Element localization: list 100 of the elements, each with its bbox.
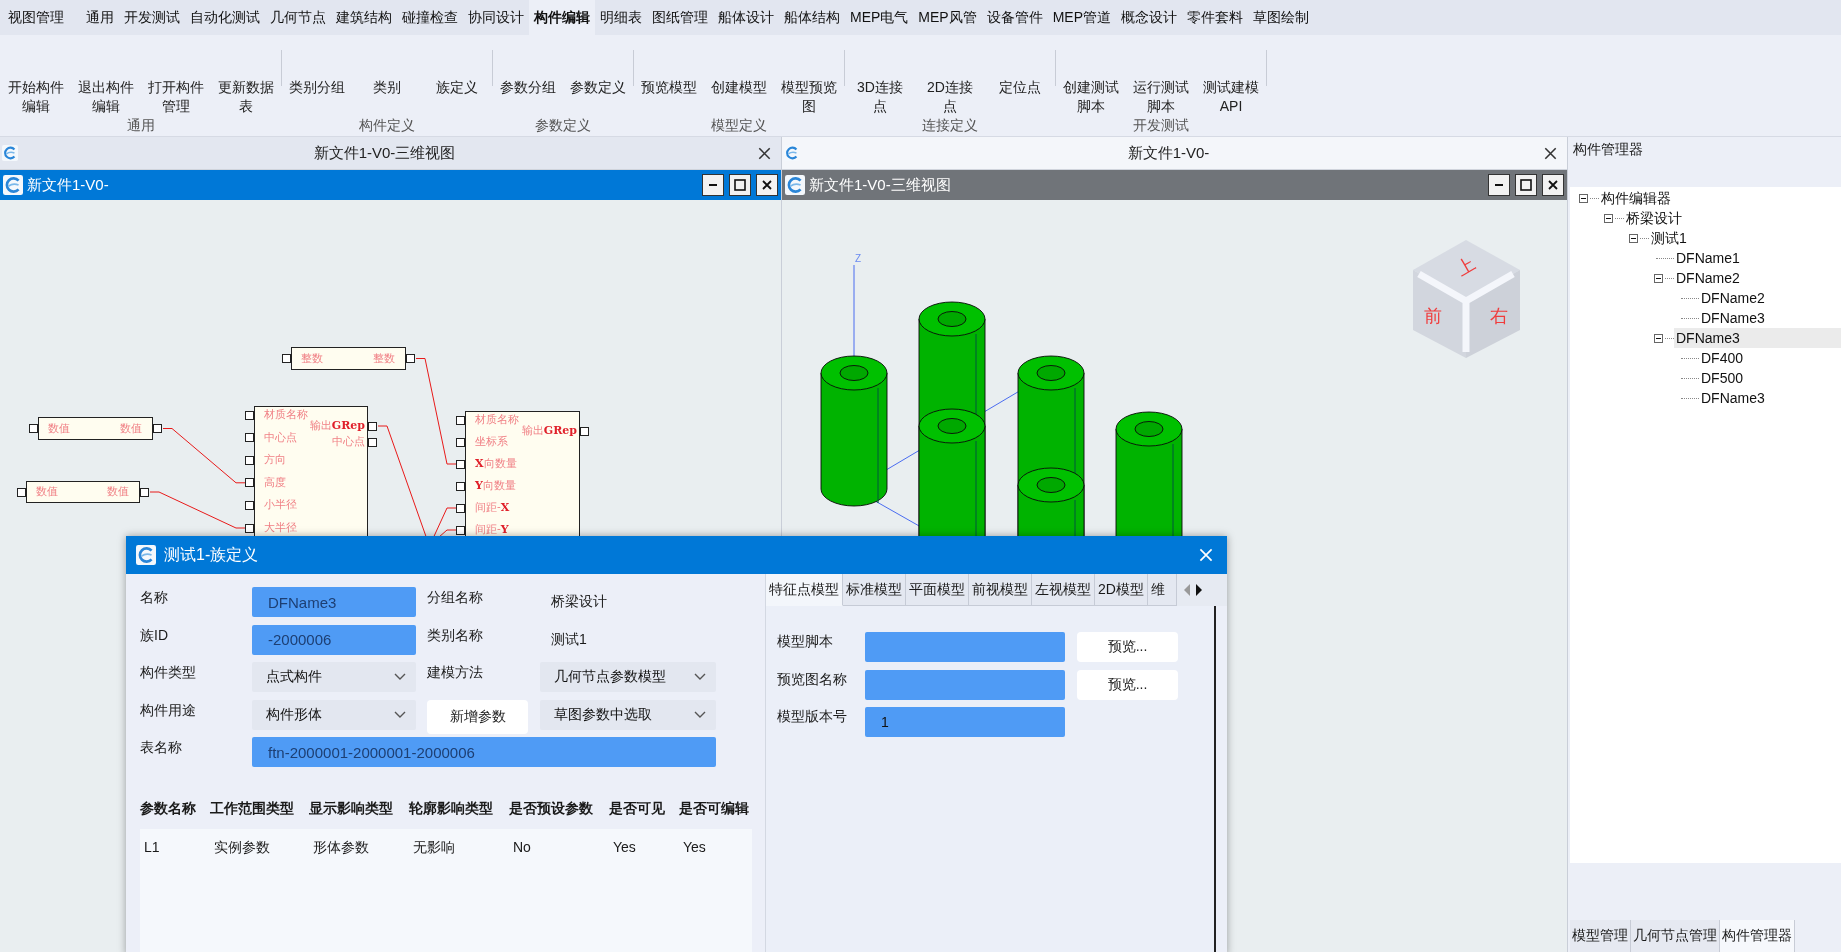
- node-port[interactable]: [245, 523, 254, 533]
- model-tab[interactable]: 标准模型: [843, 574, 906, 606]
- menu-tab[interactable]: MEP风管: [913, 0, 982, 35]
- collapse-icon[interactable]: [1604, 213, 1613, 223]
- menu-tab[interactable]: 船体设计: [713, 0, 779, 35]
- menu-tab[interactable]: 通用: [81, 0, 119, 35]
- maximize-button[interactable]: [1515, 174, 1537, 196]
- ribbon-button[interactable]: 模型预览图: [774, 78, 844, 116]
- menu-tab[interactable]: 设备管件: [981, 0, 1048, 35]
- graph-node[interactable]: [26, 481, 140, 503]
- model-tab[interactable]: 前视模型: [969, 574, 1032, 606]
- text-field[interactable]: [865, 669, 1065, 700]
- tree-item[interactable]: DFName2: [1699, 288, 1767, 308]
- menu-tab[interactable]: 建筑结构: [331, 0, 397, 35]
- node-port[interactable]: [456, 415, 465, 425]
- text-field[interactable]: [865, 632, 1065, 662]
- collapse-icon[interactable]: [1579, 193, 1588, 203]
- model-tab[interactable]: 特征点模型: [766, 574, 843, 606]
- dropdown[interactable]: 构件形体: [252, 699, 416, 730]
- ribbon-button[interactable]: 类别: [352, 78, 422, 116]
- graph-node[interactable]: [291, 347, 406, 370]
- tree-item[interactable]: 桥梁设计: [1624, 208, 1684, 228]
- ribbon-button[interactable]: 退出构件编辑: [71, 78, 141, 116]
- text-field[interactable]: 1: [865, 707, 1065, 737]
- node-port[interactable]: [140, 487, 149, 497]
- node-port[interactable]: [406, 354, 415, 363]
- scroll-right-icon[interactable]: [1194, 583, 1203, 597]
- ribbon-button[interactable]: 2D连接点: [915, 78, 985, 116]
- ribbon-button[interactable]: 参数分组: [493, 78, 563, 116]
- node-port[interactable]: [456, 525, 465, 535]
- tree-item[interactable]: 构件编辑器: [1599, 188, 1673, 208]
- ribbon-button[interactable]: 更新数据表: [211, 78, 281, 116]
- document-tab[interactable]: 新文件1-V0-: [782, 137, 1567, 170]
- ribbon-button[interactable]: 运行测试脚本: [1126, 78, 1196, 116]
- node-port[interactable]: [245, 478, 254, 488]
- model-tab[interactable]: 2D模型: [1095, 574, 1148, 606]
- minimize-button[interactable]: [702, 174, 724, 196]
- minimize-button[interactable]: [1488, 174, 1510, 196]
- node-port[interactable]: [153, 424, 162, 433]
- tree-item[interactable]: DFName3: [1699, 388, 1767, 408]
- menu-tab[interactable]: 碰撞检查: [397, 0, 463, 35]
- dropdown[interactable]: 草图参数中选取: [540, 699, 716, 730]
- ribbon-button[interactable]: 参数定义: [563, 78, 633, 116]
- tree-item[interactable]: DFName3: [1674, 328, 1841, 348]
- collapse-icon[interactable]: [1629, 233, 1638, 243]
- node-port[interactable]: [245, 410, 254, 420]
- menu-tab[interactable]: MEP管道: [1047, 0, 1117, 35]
- preview-button[interactable]: 预览...: [1077, 632, 1178, 662]
- menu-tab[interactable]: 概念设计: [1116, 0, 1183, 35]
- panel-tab[interactable]: 构件管理器: [1720, 920, 1795, 952]
- ribbon-button[interactable]: 预览模型: [634, 78, 704, 116]
- menu-tab[interactable]: 船体结构: [779, 0, 845, 35]
- menu-tab[interactable]: 零件套料: [1182, 0, 1249, 35]
- ribbon-button[interactable]: 定位点: [985, 78, 1055, 116]
- node-port[interactable]: [456, 481, 465, 491]
- graph-node[interactable]: [38, 417, 153, 440]
- menu-tab[interactable]: 自动化测试: [185, 0, 265, 35]
- node-port[interactable]: [245, 433, 254, 443]
- menu-tab[interactable]: 协同设计: [463, 0, 529, 35]
- panel-tab[interactable]: 几何节点管理: [1631, 920, 1720, 952]
- preview-button[interactable]: 预览...: [1077, 669, 1178, 700]
- close-button[interactable]: [1542, 174, 1564, 196]
- model-tab[interactable]: 平面模型: [906, 574, 969, 606]
- tree-item[interactable]: DF500: [1699, 368, 1746, 388]
- node-port[interactable]: [17, 487, 26, 497]
- node-port[interactable]: [245, 455, 254, 465]
- ribbon-button[interactable]: 创建模型: [704, 78, 774, 116]
- node-port[interactable]: [456, 437, 465, 447]
- close-button[interactable]: [756, 174, 778, 196]
- maximize-button[interactable]: [729, 174, 751, 196]
- ribbon-button[interactable]: 族定义: [422, 78, 492, 116]
- model-tab[interactable]: 维: [1147, 574, 1177, 606]
- panel-tab[interactable]: 模型管理: [1570, 920, 1631, 952]
- tree-item[interactable]: DFName2: [1674, 268, 1742, 288]
- menu-tab[interactable]: 图纸管理: [647, 0, 713, 35]
- node-port[interactable]: [456, 503, 465, 513]
- node-port[interactable]: [245, 500, 254, 510]
- menu-tab[interactable]: 开发测试: [119, 0, 185, 35]
- tree-item[interactable]: DF400: [1699, 348, 1746, 368]
- menu-tab[interactable]: 构件编辑: [529, 0, 595, 35]
- collapse-icon[interactable]: [1654, 333, 1663, 343]
- dropdown[interactable]: 点式构件: [252, 662, 416, 692]
- model-tab[interactable]: 左视模型: [1032, 574, 1095, 606]
- menu-tab[interactable]: 草图绘制: [1248, 0, 1315, 35]
- document-tab[interactable]: 新文件1-V0-三维视图: [0, 137, 781, 170]
- ribbon-button[interactable]: 测试建模API: [1196, 78, 1266, 116]
- menu-tab[interactable]: 视图管理: [3, 0, 69, 35]
- node-port[interactable]: [282, 354, 291, 363]
- tree-item[interactable]: DFName3: [1699, 308, 1767, 328]
- dropdown[interactable]: 几何节点参数模型: [540, 662, 716, 692]
- tree-item[interactable]: DFName1: [1674, 248, 1742, 268]
- add-parameter-button[interactable]: 新增参数: [427, 699, 528, 734]
- tree-item[interactable]: 测试1: [1649, 228, 1689, 248]
- ribbon-button[interactable]: 类别分组: [282, 78, 352, 116]
- menu-tab[interactable]: 几何节点: [265, 0, 331, 35]
- ribbon-button[interactable]: 打开构件管理: [141, 78, 211, 116]
- node-port[interactable]: [580, 426, 589, 436]
- collapse-icon[interactable]: [1654, 273, 1663, 283]
- ribbon-button[interactable]: 开始构件编辑: [1, 78, 71, 116]
- menu-tab[interactable]: MEP电气: [845, 0, 914, 35]
